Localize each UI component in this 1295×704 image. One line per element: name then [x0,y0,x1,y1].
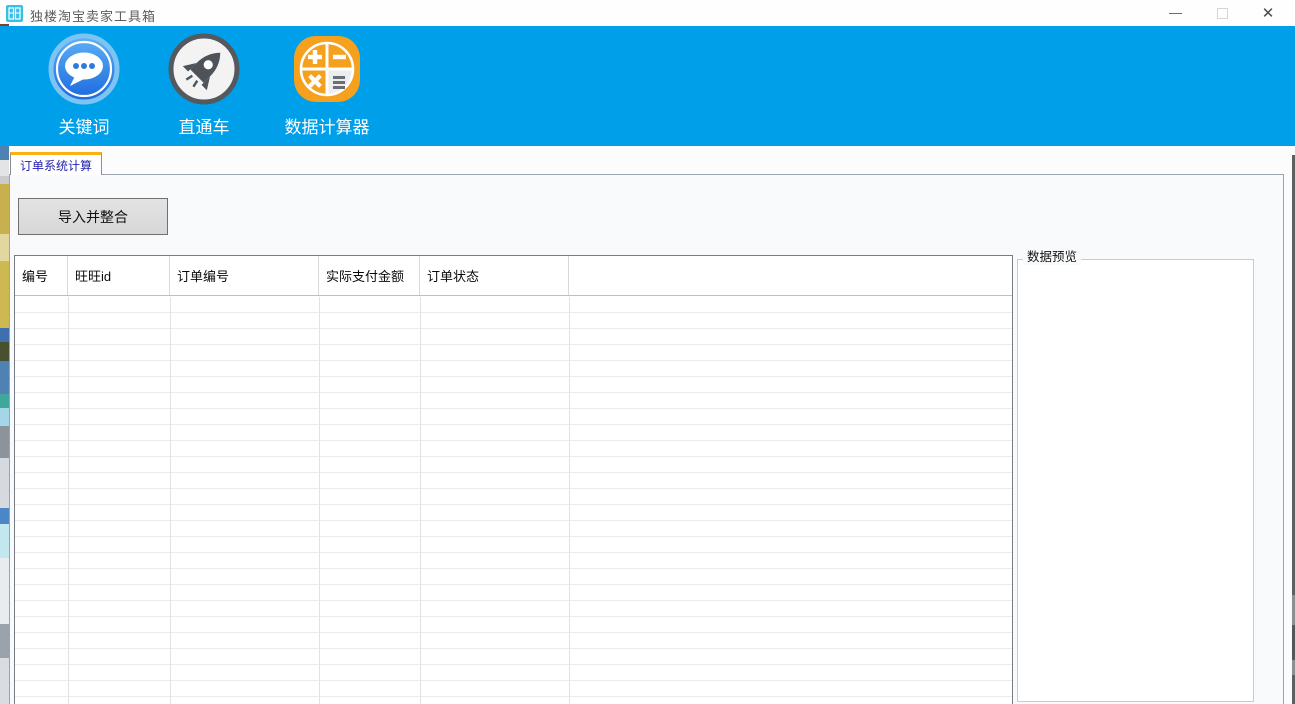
data-preview-panel [1017,259,1254,702]
column-divider [68,297,69,704]
toolbar-item-label: 直通车 [179,113,230,138]
table-header-row: 编号 旺旺id 订单编号 实际支付金额 订单状态 [15,256,1012,296]
column-header-order-status[interactable]: 订单状态 [420,256,569,295]
column-divider [420,297,421,704]
chat-bubble-icon [48,33,120,105]
column-header-empty [569,256,1012,295]
column-divider [170,297,171,704]
column-header-order-number[interactable]: 订单编号 [170,256,319,295]
title-bar: 独楼淘宝卖家工具箱 ✕ [0,0,1295,26]
toolbar-item-keywords[interactable]: 关键词 [46,33,122,138]
toolbar-item-label: 关键词 [59,113,110,138]
tab-page: 导入并整合 编号 旺旺id 订单编号 实际支付金额 订单状态 [9,174,1284,704]
orders-table[interactable]: 编号 旺旺id 订单编号 实际支付金额 订单状态 [14,255,1013,704]
close-icon: ✕ [1262,6,1275,21]
window-title: 独楼淘宝卖家工具箱 [30,6,156,25]
toolbar-item-through-train[interactable]: 直通车 [166,33,242,138]
desktop-sliver-top-left [0,24,9,26]
column-divider [569,297,570,704]
main-toolbar: 关键词 直通车 [0,26,1295,146]
tab-order-system-calc[interactable]: 订单系统计算 [10,152,102,175]
minimize-icon [1169,13,1182,14]
column-header-number[interactable]: 编号 [15,256,68,295]
column-header-wangwang-id[interactable]: 旺旺id [68,256,170,295]
rocket-icon [168,33,240,105]
data-preview-label: 数据预览 [1023,246,1081,265]
toolbar-item-data-calculator[interactable]: 数据计算器 [284,33,370,138]
calculator-icon [291,33,363,105]
app-window: 独楼淘宝卖家工具箱 ✕ 关键词 [0,0,1295,704]
column-header-paid-amount[interactable]: 实际支付金额 [319,256,420,295]
toolbar-item-label: 数据计算器 [285,113,370,138]
minimize-button[interactable] [1155,0,1195,26]
maximize-button[interactable] [1202,0,1242,26]
close-button[interactable]: ✕ [1248,0,1288,26]
import-merge-button[interactable]: 导入并整合 [18,198,168,235]
tab-label: 订单系统计算 [20,157,92,174]
table-body-empty-rows[interactable] [15,297,1012,704]
app-icon [6,5,23,22]
column-divider [319,297,320,704]
client-area: 订单系统计算 导入并整合 编号 旺旺id 订单编号 实际支付金额 订单状态 [9,146,1292,704]
maximize-icon [1217,8,1228,19]
desktop-sliver-left [0,146,9,704]
